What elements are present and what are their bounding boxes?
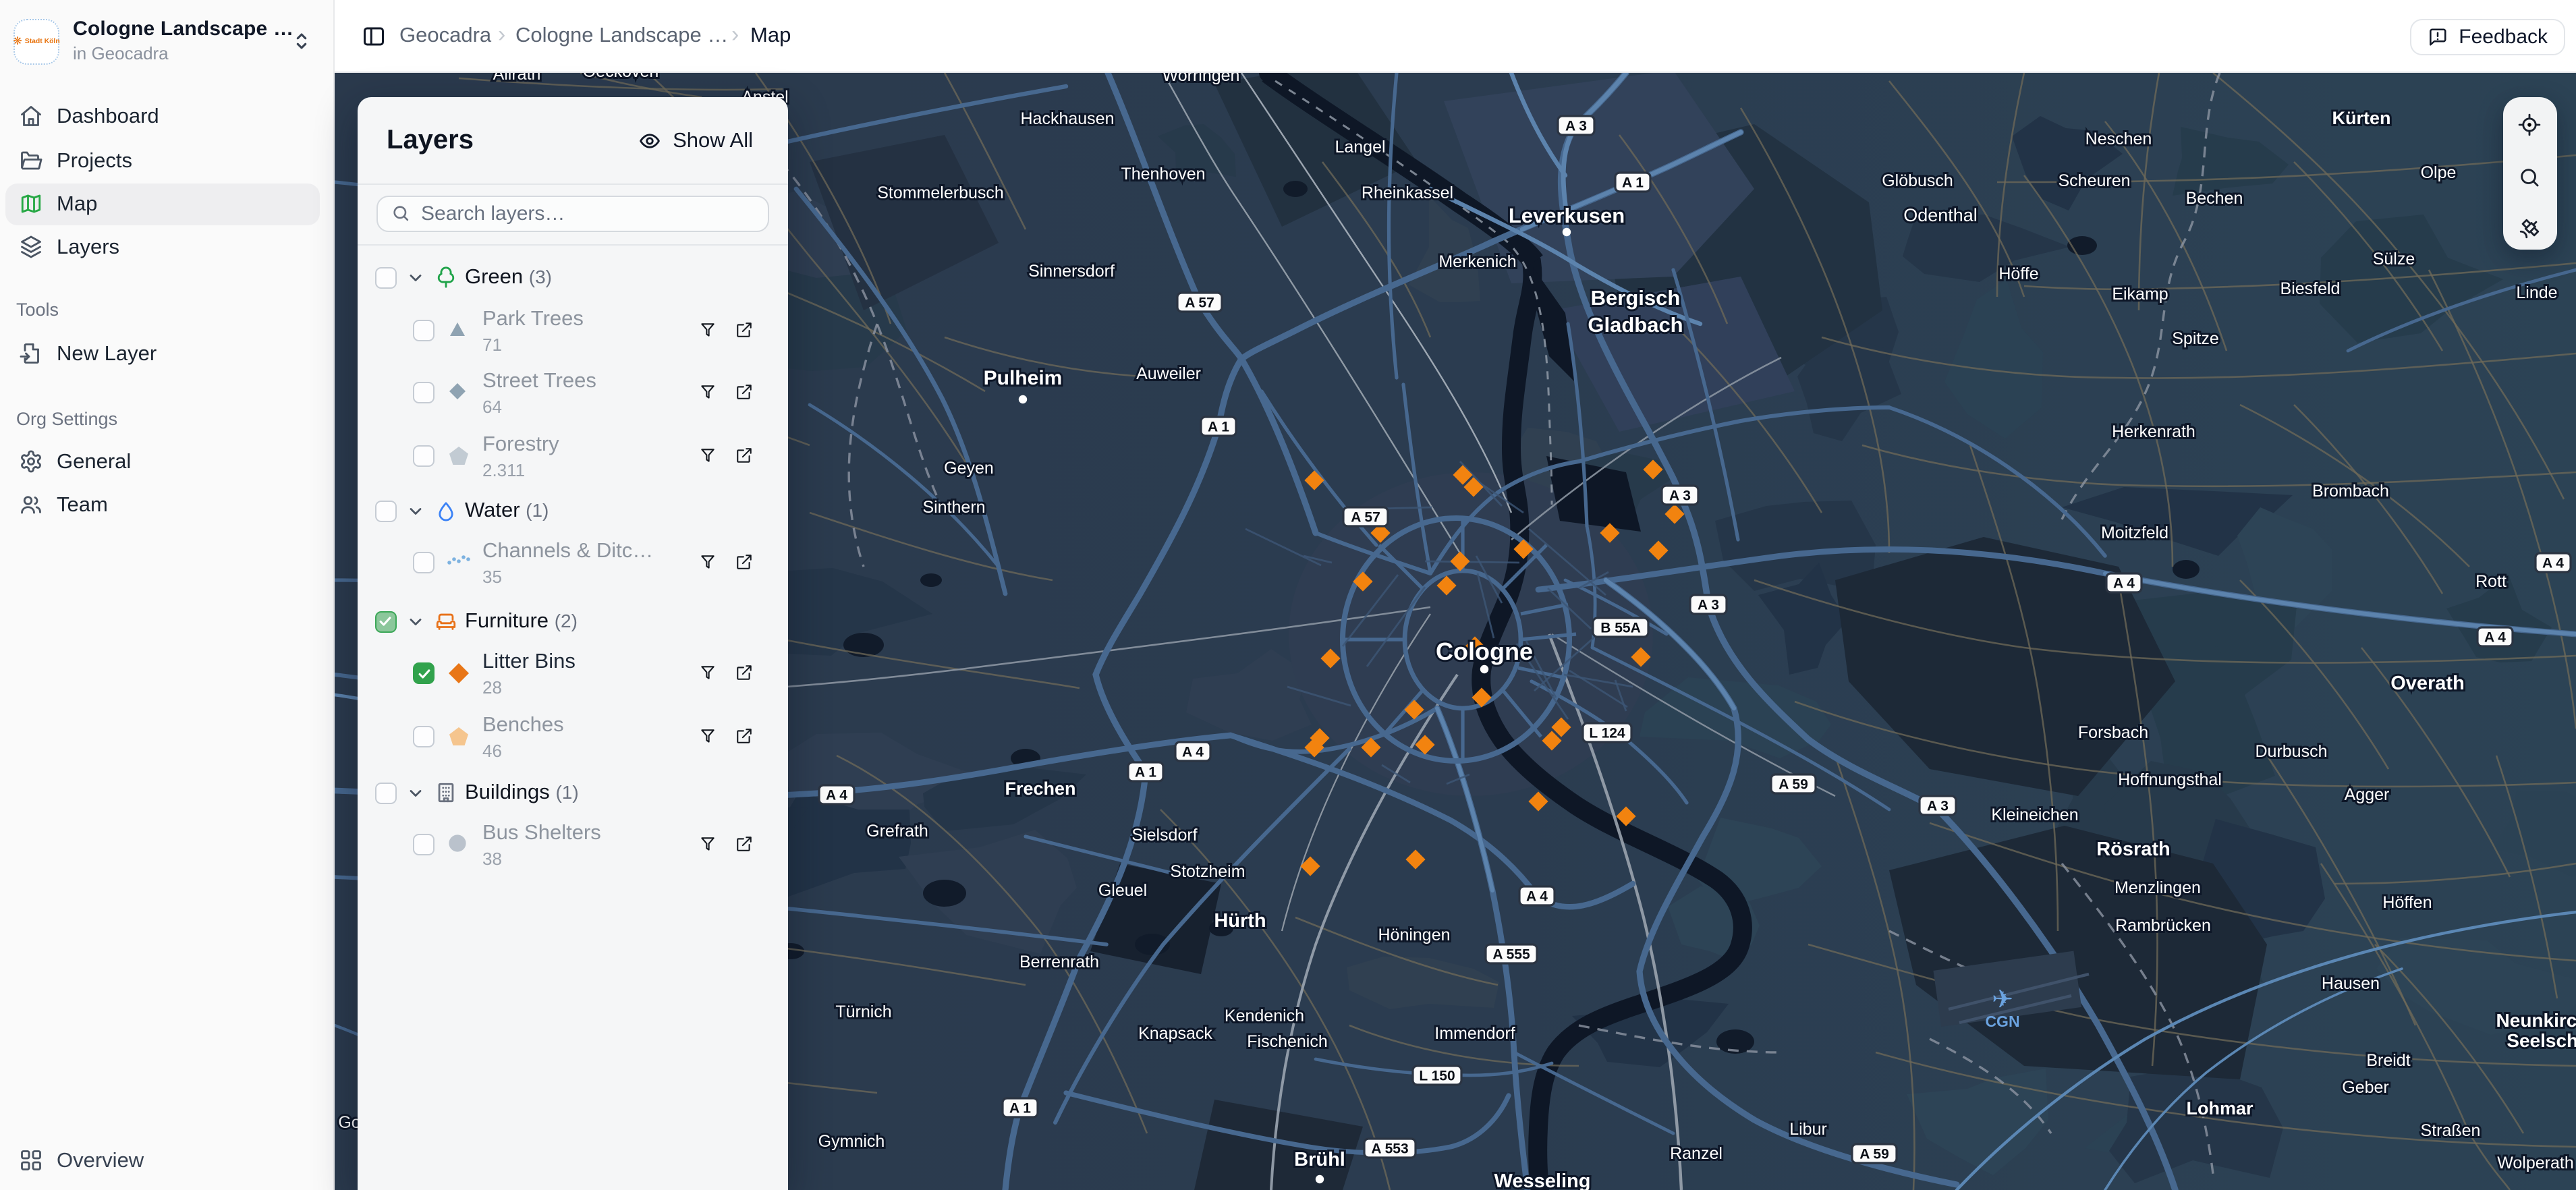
svg-text:Stommelerbusch: Stommelerbusch xyxy=(877,183,1004,202)
svg-text:Gleuel: Gleuel xyxy=(1098,881,1147,900)
svg-text:Breidt: Breidt xyxy=(2366,1051,2410,1070)
svg-text:Sinthern: Sinthern xyxy=(922,498,985,517)
svg-text:A 57: A 57 xyxy=(1185,295,1214,311)
svg-text:Brombach: Brombach xyxy=(2312,482,2389,501)
svg-text:A 59: A 59 xyxy=(1859,1147,1889,1162)
svg-text:Hürth: Hürth xyxy=(1214,910,1266,932)
svg-text:Hausen: Hausen xyxy=(2322,974,2380,993)
svg-text:Knapsack: Knapsack xyxy=(1138,1024,1212,1043)
svg-text:Spitze: Spitze xyxy=(2172,329,2218,348)
svg-text:Seelsche: Seelsche xyxy=(2507,1030,2576,1051)
svg-text:Moitzfeld: Moitzfeld xyxy=(2101,523,2168,542)
svg-text:Brühl: Brühl xyxy=(1294,1149,1345,1170)
svg-text:A 4: A 4 xyxy=(2484,630,2506,646)
svg-text:Straßen: Straßen xyxy=(2421,1121,2481,1140)
svg-text:Leverkusen: Leverkusen xyxy=(1509,204,1625,227)
svg-text:Pulheim: Pulheim xyxy=(984,367,1063,389)
svg-text:A 1: A 1 xyxy=(1208,420,1229,435)
svg-text:Kürten: Kürten xyxy=(2332,108,2391,128)
svg-text:Lohmar: Lohmar xyxy=(2186,1098,2253,1118)
svg-text:Allrath: Allrath xyxy=(493,73,541,84)
svg-text:A 553: A 553 xyxy=(1371,1141,1408,1157)
svg-text:Geber: Geber xyxy=(2342,1078,2388,1097)
svg-text:B 55A: B 55A xyxy=(1600,621,1641,636)
svg-text:A 4: A 4 xyxy=(2113,576,2135,592)
svg-text:L 124: L 124 xyxy=(1589,726,1625,741)
svg-text:Menzlingen: Menzlingen xyxy=(2115,878,2201,897)
svg-text:Berrenrath: Berrenrath xyxy=(1019,953,1099,971)
svg-text:Wesseling: Wesseling xyxy=(1494,1170,1591,1190)
svg-text:A 555: A 555 xyxy=(1492,947,1530,963)
svg-text:Gymnich: Gymnich xyxy=(818,1132,885,1151)
svg-text:Eikamp: Eikamp xyxy=(2112,285,2168,304)
svg-text:Cologne: Cologne xyxy=(1436,638,1533,665)
svg-text:Auweiler: Auweiler xyxy=(1136,364,1201,383)
svg-text:Stotzheim: Stotzheim xyxy=(1170,862,1245,881)
svg-text:Libur: Libur xyxy=(1789,1120,1827,1139)
svg-text:Ranzel: Ranzel xyxy=(1670,1144,1723,1163)
svg-text:Immendorf: Immendorf xyxy=(1434,1024,1515,1043)
svg-text:Rambrücken: Rambrücken xyxy=(2115,916,2211,935)
svg-text:Sülze: Sülze xyxy=(2373,250,2415,268)
svg-text:Frechen: Frechen xyxy=(1005,778,1075,799)
svg-text:L 150: L 150 xyxy=(1419,1069,1455,1084)
svg-text:Kendenich: Kendenich xyxy=(1225,1007,1304,1025)
svg-text:Höningen: Höningen xyxy=(1378,926,1450,944)
svg-text:Hoffnungsthal: Hoffnungsthal xyxy=(2118,770,2222,789)
svg-text:Sinnersdorf: Sinnersdorf xyxy=(1028,262,1115,281)
svg-text:Langel: Langel xyxy=(1335,138,1385,157)
svg-text:Overath: Overath xyxy=(2390,673,2465,694)
svg-text:Kleineichen: Kleineichen xyxy=(1991,805,2078,824)
svg-text:Herkenrath: Herkenrath xyxy=(2112,422,2195,441)
svg-text:Biesfeld: Biesfeld xyxy=(2280,279,2341,298)
svg-text:A 1: A 1 xyxy=(1135,765,1156,781)
svg-text:A 3: A 3 xyxy=(1927,799,1949,814)
svg-text:Olpe: Olpe xyxy=(2421,163,2457,182)
svg-text:Höffe: Höffe xyxy=(1998,264,2038,283)
svg-text:Neschen: Neschen xyxy=(2085,130,2152,148)
svg-text:Worringen: Worringen xyxy=(1163,73,1240,85)
svg-text:Neunkirch: Neunkirch xyxy=(2496,1010,2576,1031)
svg-text:Fischenich: Fischenich xyxy=(1247,1032,1328,1051)
svg-text:Bechen: Bechen xyxy=(2186,189,2243,208)
svg-text:A 3: A 3 xyxy=(1669,488,1691,504)
svg-text:Höffen: Höffen xyxy=(2382,893,2432,912)
svg-text:Odenthal: Odenthal xyxy=(1903,205,1978,225)
svg-text:A 4: A 4 xyxy=(2542,556,2564,571)
svg-text:A 1: A 1 xyxy=(1622,175,1644,191)
svg-text:A 3: A 3 xyxy=(1698,598,1719,613)
svg-text:Bergisch: Bergisch xyxy=(1591,286,1681,310)
svg-text:A 59: A 59 xyxy=(1779,777,1808,793)
svg-text:Linde: Linde xyxy=(2516,283,2557,302)
svg-text:CGN: CGN xyxy=(1985,1013,2019,1030)
svg-text:Thenhoven: Thenhoven xyxy=(1121,165,1205,183)
svg-text:A 57: A 57 xyxy=(1351,510,1380,526)
svg-text:Rott: Rott xyxy=(2475,572,2507,591)
svg-text:Scheuren: Scheuren xyxy=(2058,171,2130,190)
svg-text:Gladbach: Gladbach xyxy=(1588,313,1683,337)
svg-text:Oeckoven: Oeckoven xyxy=(583,73,659,81)
svg-text:Hackhausen: Hackhausen xyxy=(1021,109,1115,128)
svg-text:Grefrath: Grefrath xyxy=(866,822,928,841)
svg-text:Merkenich: Merkenich xyxy=(1438,252,1516,271)
svg-text:Rösrath: Rösrath xyxy=(2096,839,2171,860)
svg-text:Durbusch: Durbusch xyxy=(2256,742,2328,761)
svg-text:Forsbach: Forsbach xyxy=(2078,723,2148,742)
svg-text:✈: ✈ xyxy=(1992,986,2013,1014)
svg-text:Glöbusch: Glöbusch xyxy=(1882,171,1953,190)
svg-text:A 4: A 4 xyxy=(1526,889,1548,905)
svg-text:Wolperath: Wolperath xyxy=(2497,1154,2574,1172)
svg-text:Geyen: Geyen xyxy=(944,459,994,478)
svg-text:A 3: A 3 xyxy=(1565,119,1587,134)
svg-text:A 1: A 1 xyxy=(1009,1101,1031,1116)
svg-text:Sielsdorf: Sielsdorf xyxy=(1131,826,1197,845)
svg-text:Türnich: Türnich xyxy=(835,1002,891,1021)
svg-text:A 4: A 4 xyxy=(826,788,847,803)
svg-text:Rheinkassel: Rheinkassel xyxy=(1362,183,1453,202)
svg-text:A 4: A 4 xyxy=(1182,745,1204,760)
svg-text:Agger: Agger xyxy=(2345,785,2390,804)
